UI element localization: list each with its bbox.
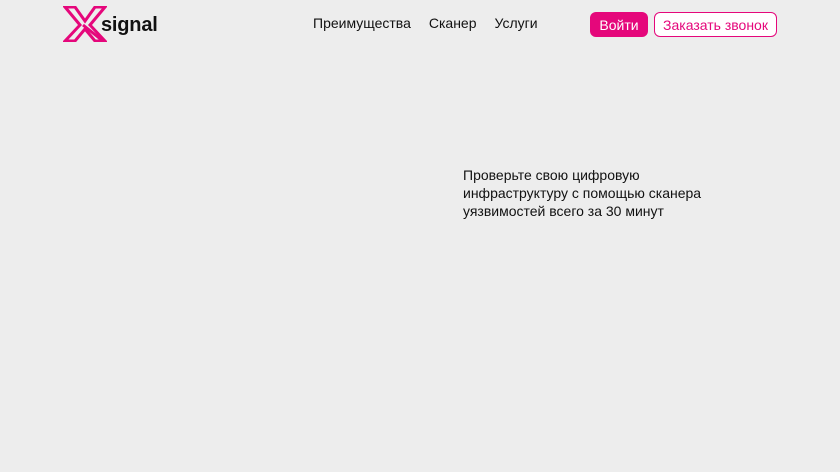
landing-page: signal Преимущества Сканер Услуги Войти …	[0, 0, 840, 472]
request-call-button[interactable]: Заказать звонок	[654, 12, 777, 37]
logo-link[interactable]: signal	[63, 5, 158, 43]
nav-item-scanner[interactable]: Сканер	[429, 14, 477, 32]
hero-description: Проверьте свою цифровую инфраструктуру с…	[463, 167, 702, 219]
logo-text: signal	[101, 14, 158, 36]
login-button[interactable]: Войти	[590, 12, 648, 37]
nav-item-advantages[interactable]: Преимущества	[313, 14, 411, 32]
main-nav: Преимущества Сканер Услуги	[313, 14, 538, 32]
nav-item-services[interactable]: Услуги	[495, 14, 538, 32]
